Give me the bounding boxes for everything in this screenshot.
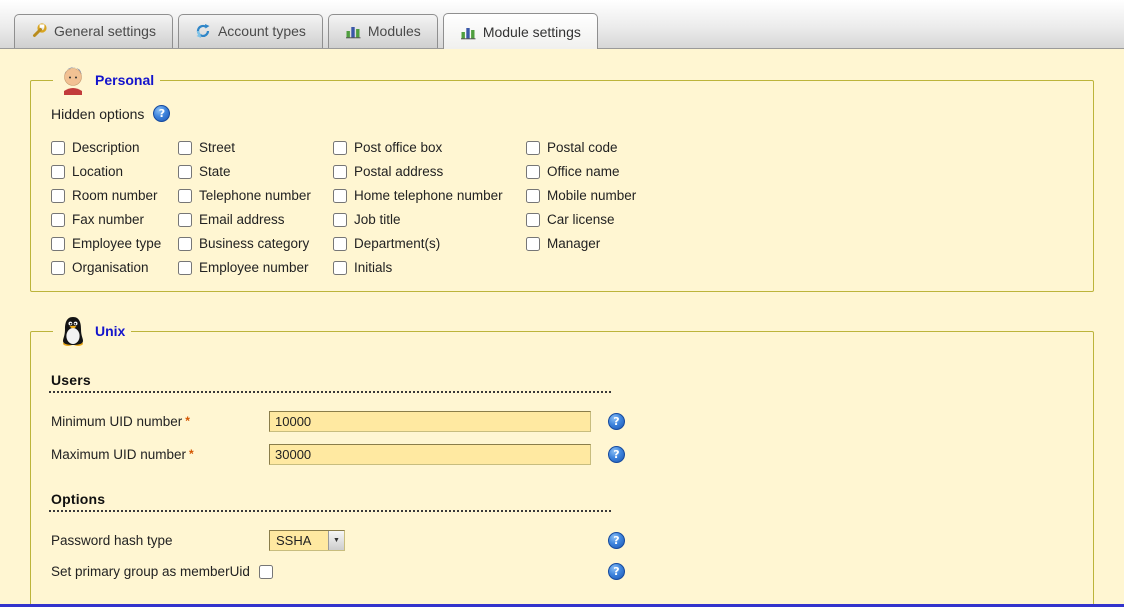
checkbox[interactable] [178, 237, 192, 251]
maximum-uid-row: Maximum UID number* ? [51, 444, 1075, 465]
unix-section-title: Unix [95, 323, 125, 339]
tab-module-settings[interactable]: Module settings [443, 13, 598, 49]
checkbox[interactable] [333, 141, 347, 155]
checkbox[interactable] [333, 261, 347, 275]
member-uid-option[interactable]: Set primary group as memberUid [51, 564, 591, 579]
checkbox-option-fax-number[interactable]: Fax number [51, 212, 178, 227]
checkbox[interactable] [333, 213, 347, 227]
minimum-uid-input[interactable] [269, 411, 591, 432]
checkbox-option-location[interactable]: Location [51, 164, 178, 179]
checkbox[interactable] [51, 213, 65, 227]
password-hash-selected-value: SSHA [270, 531, 328, 550]
checkbox-option-car-license[interactable]: Car license [526, 212, 746, 227]
checkbox[interactable] [526, 213, 540, 227]
checkbox[interactable] [178, 141, 192, 155]
module-settings-icon [460, 24, 476, 40]
tab-label: Module settings [483, 24, 581, 40]
checkbox-option-business-category[interactable]: Business category [178, 236, 333, 251]
checkbox-option-office-name[interactable]: Office name [526, 164, 746, 179]
checkbox-option-mobile-number[interactable]: Mobile number [526, 188, 746, 203]
tab-label: Account types [218, 23, 306, 39]
required-marker: * [189, 447, 194, 461]
help-icon[interactable]: ? [153, 105, 170, 122]
checkbox-option-street[interactable]: Street [178, 140, 333, 155]
tab-general-settings[interactable]: General settings [14, 14, 173, 48]
checkbox[interactable] [51, 141, 65, 155]
help-icon[interactable]: ? [608, 413, 625, 430]
checkbox-option-room-number[interactable]: Room number [51, 188, 178, 203]
tab-label: Modules [368, 23, 421, 39]
checkbox-option-postal-address[interactable]: Postal address [333, 164, 526, 179]
checkbox-option-manager[interactable]: Manager [526, 236, 746, 251]
unix-section: Unix Users Minimum UID number* ? Maximum… [30, 316, 1094, 607]
tux-penguin-icon [59, 316, 87, 346]
checkbox-option-initials[interactable]: Initials [333, 260, 526, 275]
checkbox-option-job-title[interactable]: Job title [333, 212, 526, 227]
checkbox[interactable] [526, 141, 540, 155]
checkbox-option-postal-code[interactable]: Postal code [526, 140, 746, 155]
checkbox[interactable] [178, 261, 192, 275]
chevron-down-icon: ▼ [328, 531, 344, 550]
checkbox[interactable] [526, 165, 540, 179]
tab-bar: General settings Account types Modules M… [0, 0, 1124, 49]
tab-label: General settings [54, 23, 156, 39]
hidden-options-grid: Description Street Post office box Posta… [51, 140, 1075, 275]
checkbox-option-organisation[interactable]: Organisation [51, 260, 178, 275]
password-hash-select[interactable]: SSHA ▼ [269, 530, 345, 551]
options-subheader: Options [49, 491, 611, 512]
member-uid-checkbox[interactable] [259, 565, 273, 579]
tab-modules[interactable]: Modules [328, 14, 438, 48]
required-marker: * [185, 414, 190, 428]
checkbox-option-description[interactable]: Description [51, 140, 178, 155]
checkbox-option-post-office-box[interactable]: Post office box [333, 140, 526, 155]
hidden-options-label: Hidden options [51, 106, 144, 122]
checkbox[interactable] [178, 165, 192, 179]
account-types-icon [195, 23, 211, 39]
modules-icon [345, 23, 361, 39]
checkbox[interactable] [333, 165, 347, 179]
checkbox-option-employee-type[interactable]: Employee type [51, 236, 178, 251]
person-icon [59, 65, 87, 95]
checkbox[interactable] [51, 261, 65, 275]
maximum-uid-input[interactable] [269, 444, 591, 465]
password-hash-row: Password hash type SSHA ▼ ? [51, 530, 1075, 551]
checkbox-option-home-telephone-number[interactable]: Home telephone number [333, 188, 526, 203]
personal-section: Personal Hidden options ? Description St… [30, 65, 1094, 292]
checkbox[interactable] [51, 165, 65, 179]
checkbox[interactable] [526, 237, 540, 251]
unix-section-legend: Unix [53, 316, 131, 346]
minimum-uid-label: Minimum UID number* [51, 414, 269, 429]
checkbox[interactable] [333, 237, 347, 251]
checkbox-option-departments[interactable]: Department(s) [333, 236, 526, 251]
checkbox-option-email-address[interactable]: Email address [178, 212, 333, 227]
hidden-options-row: Hidden options ? [51, 105, 1075, 122]
maximum-uid-label: Maximum UID number* [51, 447, 269, 462]
users-subheader: Users [49, 372, 611, 393]
wrench-icon [31, 23, 47, 39]
tab-account-types[interactable]: Account types [178, 14, 323, 48]
settings-content: Personal Hidden options ? Description St… [0, 49, 1124, 607]
checkbox[interactable] [526, 189, 540, 203]
help-icon[interactable]: ? [608, 532, 625, 549]
checkbox-option-employee-number[interactable]: Employee number [178, 260, 333, 275]
checkbox-option-state[interactable]: State [178, 164, 333, 179]
password-hash-label: Password hash type [51, 533, 269, 548]
checkbox[interactable] [51, 237, 65, 251]
checkbox[interactable] [333, 189, 347, 203]
checkbox-option-telephone-number[interactable]: Telephone number [178, 188, 333, 203]
checkbox[interactable] [178, 213, 192, 227]
help-icon[interactable]: ? [608, 563, 625, 580]
checkbox[interactable] [178, 189, 192, 203]
personal-section-legend: Personal [53, 65, 160, 95]
minimum-uid-row: Minimum UID number* ? [51, 411, 1075, 432]
help-icon[interactable]: ? [608, 446, 625, 463]
checkbox[interactable] [51, 189, 65, 203]
personal-section-title: Personal [95, 72, 154, 88]
member-uid-row: Set primary group as memberUid ? [51, 563, 1075, 580]
member-uid-label: Set primary group as memberUid [51, 564, 250, 579]
